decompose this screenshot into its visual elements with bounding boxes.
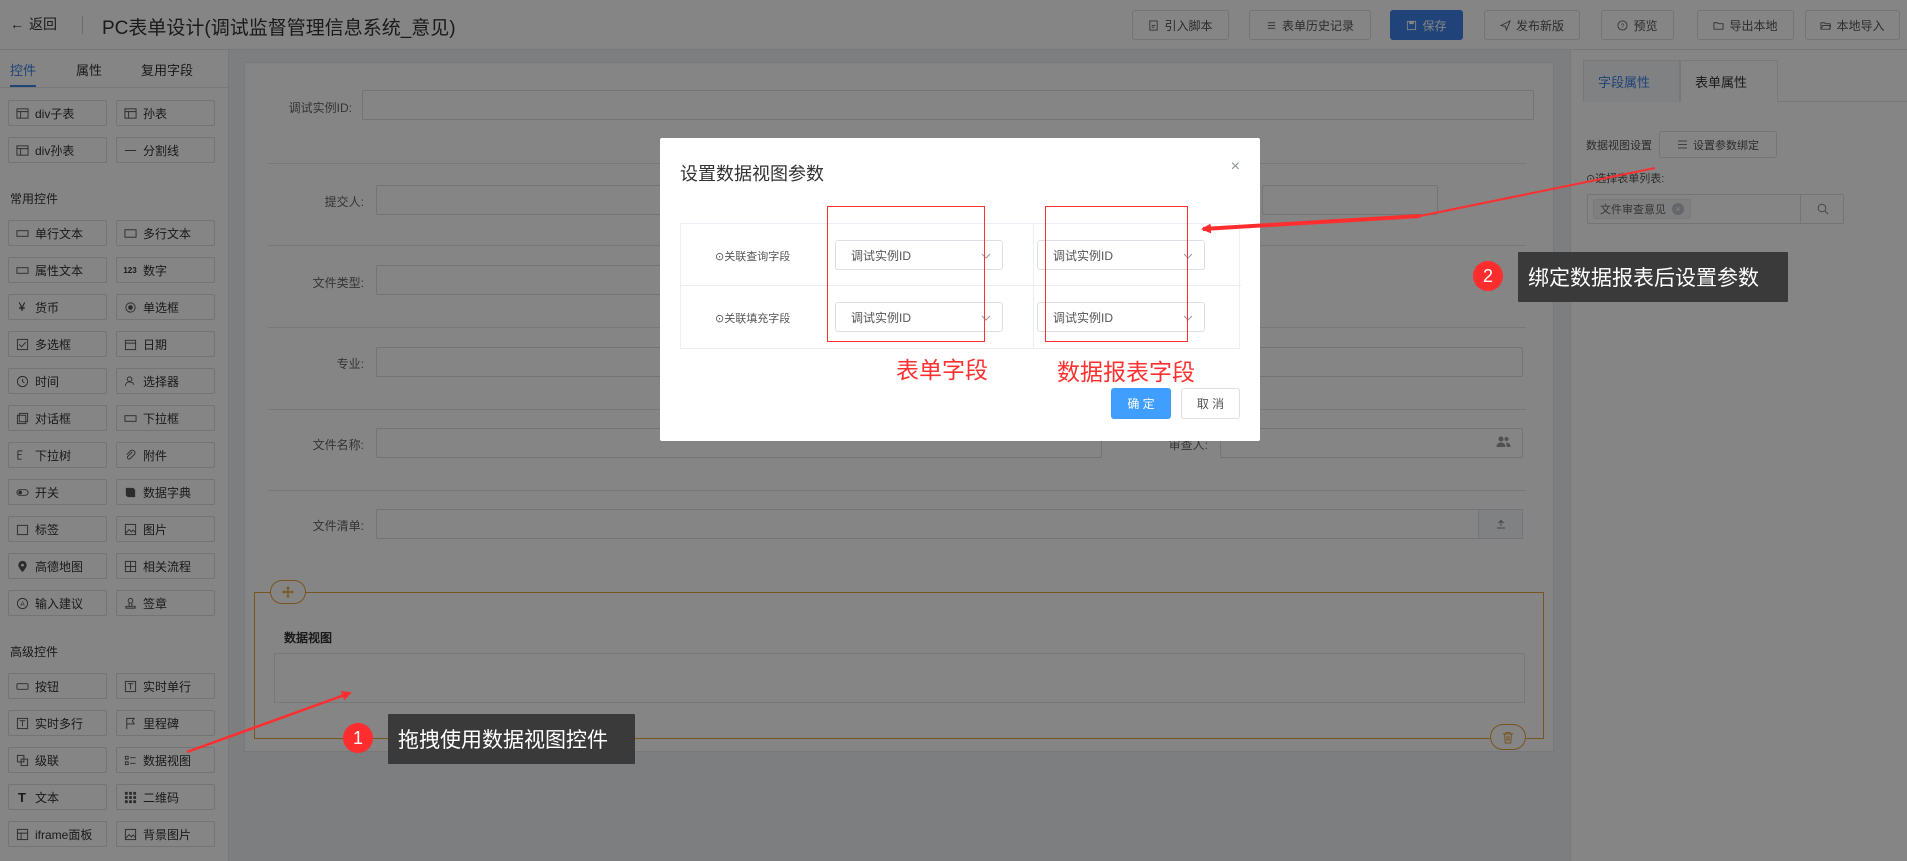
dialog-title: 设置数据视图参数 (680, 164, 824, 184)
report-field-annotation: 数据报表字段 (1057, 359, 1195, 385)
help-icon: ⊙ (715, 251, 725, 263)
param-label: ⊙关联填充字段 (715, 310, 790, 326)
help-icon: ⊙ (715, 313, 725, 325)
column-divider (1033, 224, 1034, 348)
param-label-text: 关联填充字段 (724, 313, 791, 325)
step-1-callout: 拖拽使用数据视图控件 (388, 714, 635, 764)
step-2-callout: 绑定数据报表后设置参数 (1518, 252, 1788, 302)
report-field-highlight (1045, 206, 1188, 342)
data-view-params-dialog: 设置数据视图参数 × ⊙关联查询字段 调试实例ID 调试实例ID ⊙关联填充字段… (660, 138, 1260, 441)
close-icon[interactable]: × (1231, 158, 1240, 176)
param-label: ⊙关联查询字段 (715, 248, 790, 264)
cancel-button[interactable]: 取 消 (1181, 388, 1240, 419)
form-field-highlight (827, 206, 985, 342)
step-2-badge: 2 (1473, 261, 1503, 291)
step-1-badge: 1 (343, 723, 373, 753)
confirm-button[interactable]: 确 定 (1111, 388, 1171, 419)
form-field-annotation: 表单字段 (896, 357, 988, 383)
param-label-text: 关联查询字段 (724, 251, 791, 263)
